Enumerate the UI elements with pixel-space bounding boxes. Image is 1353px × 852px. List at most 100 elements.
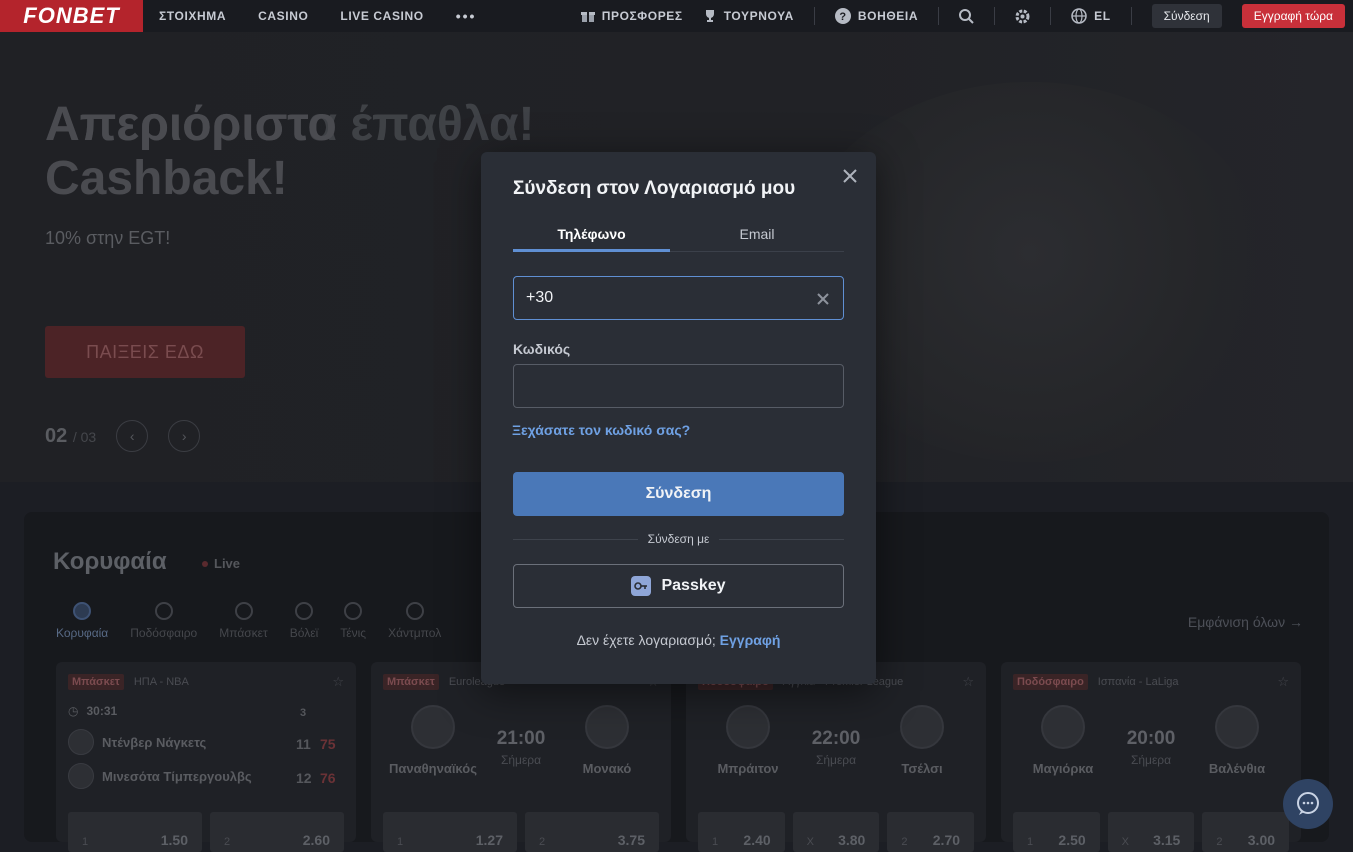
phone-input[interactable] — [514, 277, 843, 319]
odd-button[interactable]: 2 2.60 — [210, 812, 344, 852]
svg-text:?: ? — [839, 11, 846, 23]
banner-title-line1: Απεριόριστο — [45, 98, 337, 151]
banner-title-line2: Cashback! — [45, 152, 288, 205]
nav-item-betting[interactable]: ΣΤΟΙΧΗΜΑ — [159, 9, 226, 23]
top-navigation-bar: FONBET ΣΤΟΙΧΗΜΑ CASINO LIVE CASINO ••• Π… — [0, 0, 1353, 32]
live-filter[interactable]: Live — [202, 556, 240, 571]
favorite-star-icon[interactable]: ☆ — [962, 674, 974, 690]
divider — [994, 7, 996, 25]
phone-field-wrapper — [513, 276, 844, 320]
team-name: Μπράιτον — [717, 761, 779, 776]
divider — [938, 7, 940, 25]
chevron-left-icon: ‹ — [129, 428, 135, 444]
sport-tab-football[interactable]: Ποδόσφαιρο — [130, 602, 197, 640]
odd-value: 2.50 — [1058, 832, 1086, 848]
sport-tab-label: Ποδόσφαιρο — [130, 626, 198, 640]
favorite-star-icon[interactable]: ☆ — [332, 674, 344, 690]
odd-key: 1 — [397, 836, 404, 848]
trophy-icon — [705, 10, 714, 22]
league-name: Ισπανία - LaLiga — [1097, 676, 1179, 688]
promotions-link[interactable]: ΠΡΟΣΦΟΡΕΣ — [580, 9, 683, 23]
help-link[interactable]: ? ΒΟΗΘΕΙΑ — [834, 8, 919, 24]
header-register-button[interactable]: Εγγραφή τώρα — [1241, 4, 1345, 28]
team-name: Μονακό — [582, 761, 632, 776]
sport-badge: Μπάσκετ — [68, 674, 124, 690]
odd-button[interactable]: X 3.15 — [1107, 812, 1195, 852]
odd-key: 2 — [901, 836, 908, 848]
odd-key: 2 — [539, 836, 546, 848]
password-input[interactable] — [514, 365, 843, 407]
more-menu-icon[interactable]: ••• — [456, 8, 477, 24]
team-row: Ντένβερ Νάγκετς — [68, 729, 206, 755]
odd-button[interactable]: 2 3.00 — [1202, 812, 1290, 852]
football-icon — [154, 602, 173, 620]
fonbet-logo[interactable]: FONBET — [0, 0, 143, 32]
odd-button[interactable]: 1 1.50 — [68, 812, 202, 852]
odds-row: 1 1.50 2 2.60 — [68, 812, 344, 852]
login-submit-button[interactable]: Σύνδεση — [513, 472, 844, 516]
sport-tab-volleyball[interactable]: Βόλεϊ — [290, 602, 318, 640]
sport-tab-top[interactable]: Κορυφαία — [56, 602, 108, 640]
event-time: 22:00 — [811, 728, 861, 749]
clear-input-icon[interactable] — [815, 291, 831, 307]
nav-item-live-casino[interactable]: LIVE CASINO — [340, 9, 423, 23]
team-total-score: 76 — [320, 770, 336, 786]
right-nav: ΠΡΟΣΦΟΡΕΣ ΤΟΥΡΝΟΥΑ ? ΒΟΗΘΕΙΑ EL Σύνδεση … — [580, 0, 1345, 32]
event-day: Σήμερα — [815, 753, 857, 767]
team-name: Παναθηναϊκός — [389, 761, 477, 776]
register-link[interactable]: Εγγραφή — [720, 632, 781, 648]
odd-button[interactable]: 1 1.27 — [383, 812, 517, 852]
sport-tab-handball[interactable]: Χάντμπολ — [388, 602, 441, 640]
live-clock: ◷ 30:31 — [68, 704, 117, 718]
banner-prev-button[interactable]: ‹ — [116, 420, 149, 452]
sport-tab-basketball[interactable]: Μπάσκετ — [219, 602, 268, 640]
sport-tab-tennis[interactable]: Τένις — [340, 602, 366, 640]
chevron-right-icon: › — [181, 428, 187, 444]
tab-phone[interactable]: Τηλέφωνο — [513, 224, 670, 252]
settings-gear-icon[interactable] — [1015, 9, 1030, 24]
sport-badge: Μπάσκετ — [383, 674, 439, 690]
support-chat-button[interactable] — [1283, 779, 1333, 829]
no-account-text: Δεν έχετε λογαριασμό; — [576, 632, 716, 648]
odd-value: 1.50 — [160, 832, 188, 848]
odd-button[interactable]: 2 3.75 — [525, 812, 659, 852]
modal-title: Σύνδεση στον Λογαριασμό μου — [513, 178, 796, 199]
event-card[interactable]: Ποδόσφαιρο Ισπανία - LaLiga ☆ Μαγιόρκα Β… — [1001, 662, 1301, 852]
sport-tab-label: Κορυφαία — [56, 626, 109, 640]
login-with-label: Σύνδεση με — [647, 532, 710, 546]
banner-pager: 02 / 03 ‹ › — [45, 420, 201, 452]
odd-button[interactable]: 1 2.40 — [698, 812, 785, 852]
close-icon[interactable] — [840, 166, 860, 186]
show-all-link[interactable]: Εμφάνιση όλων → — [1188, 614, 1303, 630]
nav-item-casino[interactable]: CASINO — [258, 9, 308, 23]
event-card[interactable]: Ποδόσφαιρο Αγγλία - Premier League ☆ Μπρ… — [686, 662, 986, 852]
event-card[interactable]: Μπάσκετ ΗΠΑ - NBA ☆ ◷ 30:31 3 Ντένβερ Νά… — [56, 662, 356, 852]
promotions-label: ΠΡΟΣΦΟΡΕΣ — [601, 9, 683, 23]
odd-button[interactable]: X 3.80 — [792, 812, 880, 852]
event-time: 21:00 — [496, 728, 546, 749]
odds-row: 1 2.40 X 3.80 2 2.70 — [698, 812, 975, 852]
forgot-password-link[interactable]: Ξεχάσατε τον κωδικό σας? — [512, 422, 690, 438]
language-selector[interactable]: EL — [1071, 8, 1111, 24]
search-icon[interactable] — [959, 8, 974, 24]
passkey-login-button[interactable]: Passkey — [513, 564, 844, 608]
banner-subtitle: 10% στην EGT! — [45, 228, 171, 248]
odd-value: 2.60 — [302, 832, 330, 848]
period-number: 3 — [300, 707, 307, 719]
login-method-tabs: Τηλέφωνο Email — [513, 224, 844, 252]
event-card[interactable]: Μπάσκετ Euroleague ☆ Παναθηναϊκός Μονακό… — [371, 662, 671, 852]
header-login-button[interactable]: Σύνδεση — [1151, 4, 1222, 28]
favorite-star-icon[interactable]: ☆ — [1277, 674, 1289, 690]
team-name: Βαλένθια — [1208, 761, 1266, 776]
flame-icon — [73, 602, 92, 620]
tournaments-link[interactable]: ΤΟΥΡΝΟΥΑ — [703, 9, 794, 23]
help-label: ΒΟΗΘΕΙΑ — [857, 9, 919, 23]
tab-email[interactable]: Email — [670, 224, 844, 251]
odd-button[interactable]: 2 2.70 — [887, 812, 975, 852]
banner-next-button[interactable]: › — [168, 420, 201, 452]
odd-button[interactable]: 1 2.50 — [1013, 812, 1100, 852]
team-logo — [1215, 705, 1259, 749]
event-day: Σήμερα — [500, 753, 542, 767]
banner-play-button[interactable]: ΠΑΙΞΕΙΣ ΕΔΩ — [45, 326, 245, 378]
team-name: Ντένβερ Νάγκετς — [102, 734, 207, 750]
